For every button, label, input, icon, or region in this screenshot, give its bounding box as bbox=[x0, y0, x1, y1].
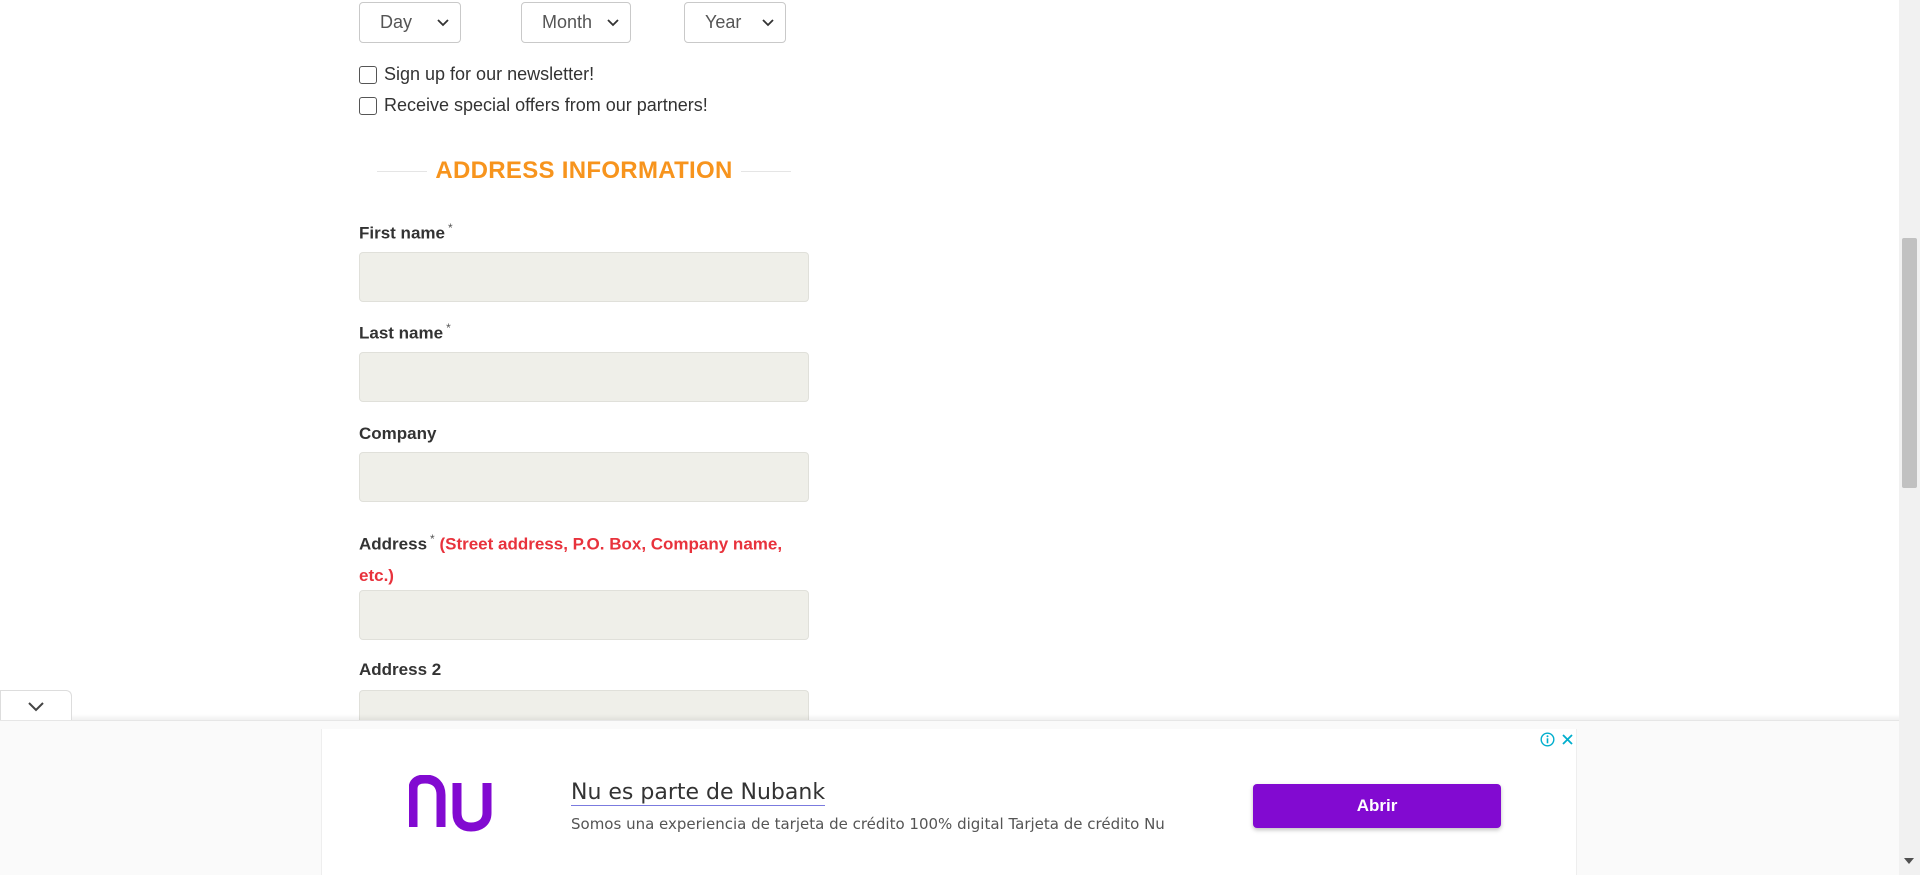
ad-description[interactable]: Somos una experiencia de tarjeta de créd… bbox=[571, 815, 1165, 833]
close-icon[interactable] bbox=[1560, 732, 1575, 747]
info-icon[interactable] bbox=[1540, 732, 1555, 747]
chevron-down-icon bbox=[28, 701, 44, 711]
address-hint-cont: etc.) bbox=[359, 565, 394, 585]
ad-open-button[interactable]: Abrir bbox=[1253, 784, 1501, 828]
address-label-text: Address bbox=[359, 534, 428, 554]
offers-label[interactable]: Receive special offers from our partners… bbox=[384, 95, 708, 116]
newsletter-option: Sign up for our newsletter! bbox=[359, 64, 594, 85]
address2-label: Address 2 bbox=[359, 660, 441, 680]
last-name-label: Last name * bbox=[359, 321, 451, 344]
first-name-label: First name * bbox=[359, 221, 453, 244]
ad-headline-text[interactable]: Nu es parte de Nubank bbox=[571, 780, 826, 806]
scrollbar-thumb[interactable] bbox=[1902, 238, 1917, 488]
ad-headline[interactable]: Nu es parte de Nubank bbox=[571, 780, 826, 806]
chevron-down-icon bbox=[607, 19, 619, 27]
address2-label-text: Address 2 bbox=[359, 660, 442, 679]
last-name-label-text: Last name bbox=[359, 323, 444, 343]
address-field[interactable] bbox=[359, 590, 809, 640]
address-hint: (Street address, P.O. Box, Company name, bbox=[439, 534, 783, 554]
newsletter-label[interactable]: Sign up for our newsletter! bbox=[384, 64, 594, 85]
nu-logo[interactable]: nu bbox=[409, 775, 507, 833]
company-field[interactable] bbox=[359, 452, 809, 502]
birth-month-select[interactable]: Month bbox=[521, 2, 631, 43]
chevron-down-icon bbox=[437, 19, 449, 27]
address-section-heading: ADDRESS INFORMATION bbox=[377, 154, 791, 188]
birth-day-select[interactable]: Day bbox=[359, 2, 461, 43]
offers-option: Receive special offers from our partners… bbox=[359, 95, 708, 116]
newsletter-checkbox[interactable] bbox=[359, 65, 377, 84]
section-title: ADDRESS INFORMATION bbox=[435, 157, 733, 184]
offers-checkbox[interactable] bbox=[359, 96, 377, 115]
company-label: Company bbox=[359, 424, 436, 444]
chevron-down-icon bbox=[762, 19, 774, 27]
birth-month-value: Month bbox=[542, 12, 593, 32]
required-mark: * bbox=[446, 321, 451, 335]
required-mark: * bbox=[430, 532, 435, 546]
required-mark: * bbox=[447, 221, 453, 235]
last-name-field[interactable] bbox=[359, 352, 809, 402]
birth-year-select[interactable]: Year bbox=[684, 2, 786, 43]
company-label-text: Company bbox=[359, 424, 437, 443]
birth-day-value: Day bbox=[380, 12, 413, 32]
first-name-field[interactable] bbox=[359, 252, 809, 302]
ad-collapse-button[interactable] bbox=[0, 690, 72, 720]
address-label: Address * (Street address, P.O. Box, Comp… bbox=[359, 524, 809, 591]
divider bbox=[377, 171, 427, 172]
first-name-label-text: First name bbox=[359, 223, 445, 243]
divider bbox=[741, 171, 791, 172]
scroll-down-arrow-icon[interactable] bbox=[1904, 858, 1914, 864]
birth-year-value: Year bbox=[705, 12, 742, 32]
